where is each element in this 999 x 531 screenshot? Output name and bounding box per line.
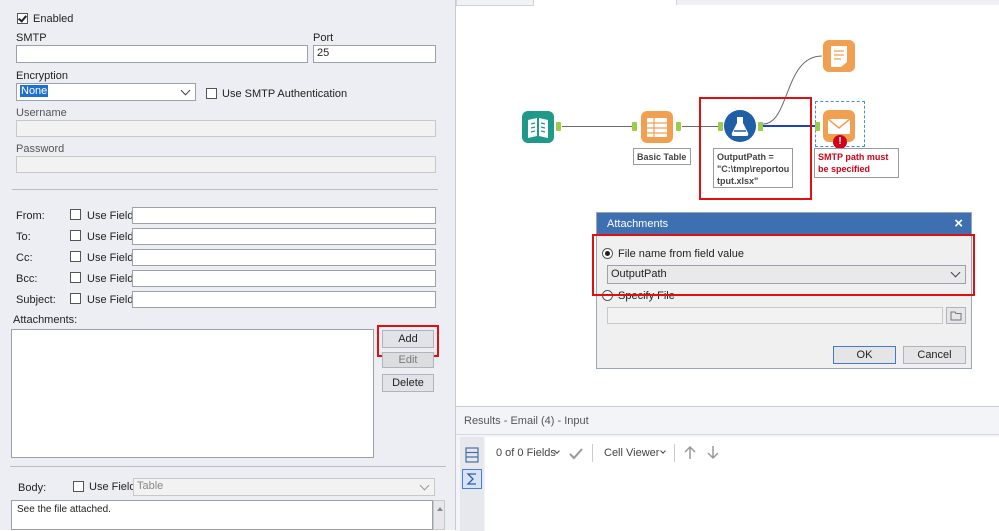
- to-input[interactable]: [132, 228, 436, 245]
- bcc-use-field-label: Use Field: [87, 273, 134, 285]
- cc-use-field-label: Use Field: [87, 252, 134, 264]
- password-label: Password: [16, 143, 65, 155]
- cc-label: Cc:: [16, 252, 33, 264]
- results-panel: Results - Email (4) - Input 0 of 0 Field…: [456, 406, 999, 531]
- fields-count-label[interactable]: 0 of 0 Fields: [496, 447, 556, 459]
- input-anchor[interactable]: [632, 122, 637, 131]
- cancel-button[interactable]: Cancel: [903, 346, 966, 364]
- body-text: See the file attached.: [17, 504, 111, 515]
- results-title: Results - Email (4) - Input: [464, 415, 589, 427]
- username-label: Username: [16, 107, 67, 119]
- divider: [12, 189, 438, 190]
- close-icon[interactable]: ×: [954, 213, 963, 235]
- to-use-field-label: Use Field: [87, 231, 134, 243]
- subject-label: Subject:: [16, 294, 56, 306]
- edit-button[interactable]: Edit: [382, 352, 434, 368]
- divider: [10, 466, 446, 467]
- toolbar-separator: [592, 444, 593, 462]
- error-caption-line: SMTP path must: [818, 152, 889, 162]
- metadata-view-button[interactable]: [462, 469, 482, 489]
- document-icon: [831, 46, 847, 67]
- book-icon: [528, 118, 548, 138]
- from-use-field-checkbox[interactable]: [70, 209, 81, 220]
- from-use-field-label: Use Field: [87, 210, 134, 222]
- arrow-down-icon[interactable]: [706, 445, 720, 460]
- port-input[interactable]: 25: [313, 45, 436, 63]
- encryption-select[interactable]: None: [16, 83, 196, 101]
- smtp-auth-checkbox[interactable]: [206, 88, 217, 99]
- results-side-toolbar: [460, 437, 484, 531]
- folder-icon: [950, 311, 962, 321]
- sigma-icon: [466, 473, 476, 485]
- ok-button[interactable]: OK: [833, 346, 896, 364]
- rows-icon: [465, 447, 479, 463]
- browse-button[interactable]: [946, 307, 966, 324]
- error-caption-line: be specified: [818, 164, 871, 174]
- bcc-use-field-checkbox[interactable]: [70, 272, 81, 283]
- cell-viewer-label[interactable]: Cell Viewer: [604, 447, 659, 459]
- body-use-field-label: Use Field: [89, 481, 136, 493]
- basic-table-tool[interactable]: [641, 111, 673, 143]
- dialog-title-bar: Attachments ×: [597, 213, 971, 235]
- dialog-title: Attachments: [607, 218, 669, 230]
- canvas-tab[interactable]: [456, 0, 534, 6]
- chevron-down-icon: [180, 85, 191, 96]
- attachments-list[interactable]: [11, 329, 374, 458]
- input-data-tool[interactable]: [522, 111, 554, 143]
- data-view-button[interactable]: [462, 445, 482, 465]
- smtp-label: SMTP: [16, 32, 47, 44]
- email-config-panel: Enabled SMTP Port 25 Encryption None Use…: [0, 0, 456, 530]
- toolbar-separator: [674, 444, 675, 462]
- cc-input[interactable]: [132, 249, 436, 266]
- scroll-up-arrow-icon[interactable]: [437, 507, 443, 511]
- output-anchor[interactable]: [676, 122, 681, 131]
- checkmark-icon[interactable]: [568, 447, 584, 460]
- body-label: Body:: [18, 482, 47, 494]
- subject-use-field-checkbox[interactable]: [70, 293, 81, 304]
- error-icon: !: [833, 135, 847, 149]
- subject-use-field-label: Use Field: [87, 294, 134, 306]
- smtp-input[interactable]: [16, 45, 308, 63]
- chevron-down-icon: [419, 480, 430, 491]
- username-input[interactable]: [16, 120, 436, 137]
- formula-highlight: [699, 97, 812, 200]
- subject-input[interactable]: [132, 291, 436, 308]
- canvas-tab[interactable]: [676, 0, 999, 5]
- encryption-select-value: None: [20, 85, 49, 97]
- delete-button[interactable]: Delete: [382, 374, 434, 392]
- error-caption: SMTP path must be specified: [814, 148, 899, 178]
- table-icon: [647, 118, 667, 137]
- basic-table-caption: Basic Table: [633, 148, 691, 165]
- enabled-checkbox[interactable]: [17, 13, 28, 24]
- to-label: To:: [16, 231, 31, 243]
- from-input[interactable]: [132, 207, 436, 224]
- body-scrollbar[interactable]: [433, 500, 445, 530]
- connection-wire: [562, 126, 632, 127]
- to-use-field-checkbox[interactable]: [70, 230, 81, 241]
- divider: [456, 434, 999, 435]
- enabled-label: Enabled: [33, 13, 74, 25]
- output-anchor[interactable]: [556, 122, 561, 131]
- arrow-up-icon[interactable]: [683, 445, 697, 460]
- port-label: Port: [313, 32, 334, 44]
- from-label: From:: [16, 210, 45, 222]
- render-tool[interactable]: [823, 40, 855, 72]
- encryption-label: Encryption: [16, 70, 68, 82]
- input-anchor[interactable]: [815, 122, 820, 131]
- bcc-input[interactable]: [132, 270, 436, 287]
- bcc-label: Bcc:: [16, 273, 38, 285]
- password-input[interactable]: [16, 156, 436, 173]
- body-field-select-value: Table: [137, 480, 164, 492]
- smtp-auth-label: Use SMTP Authentication: [222, 88, 348, 100]
- body-use-field-checkbox[interactable]: [73, 481, 84, 492]
- body-field-select[interactable]: Table: [133, 478, 435, 496]
- results-grid[interactable]: [485, 437, 999, 531]
- attachments-label: Attachments:: [13, 314, 78, 326]
- file-path-input[interactable]: [607, 307, 943, 324]
- cc-use-field-checkbox[interactable]: [70, 251, 81, 262]
- body-textarea[interactable]: See the file attached.: [11, 500, 433, 530]
- dialog-options-highlight: [592, 234, 975, 296]
